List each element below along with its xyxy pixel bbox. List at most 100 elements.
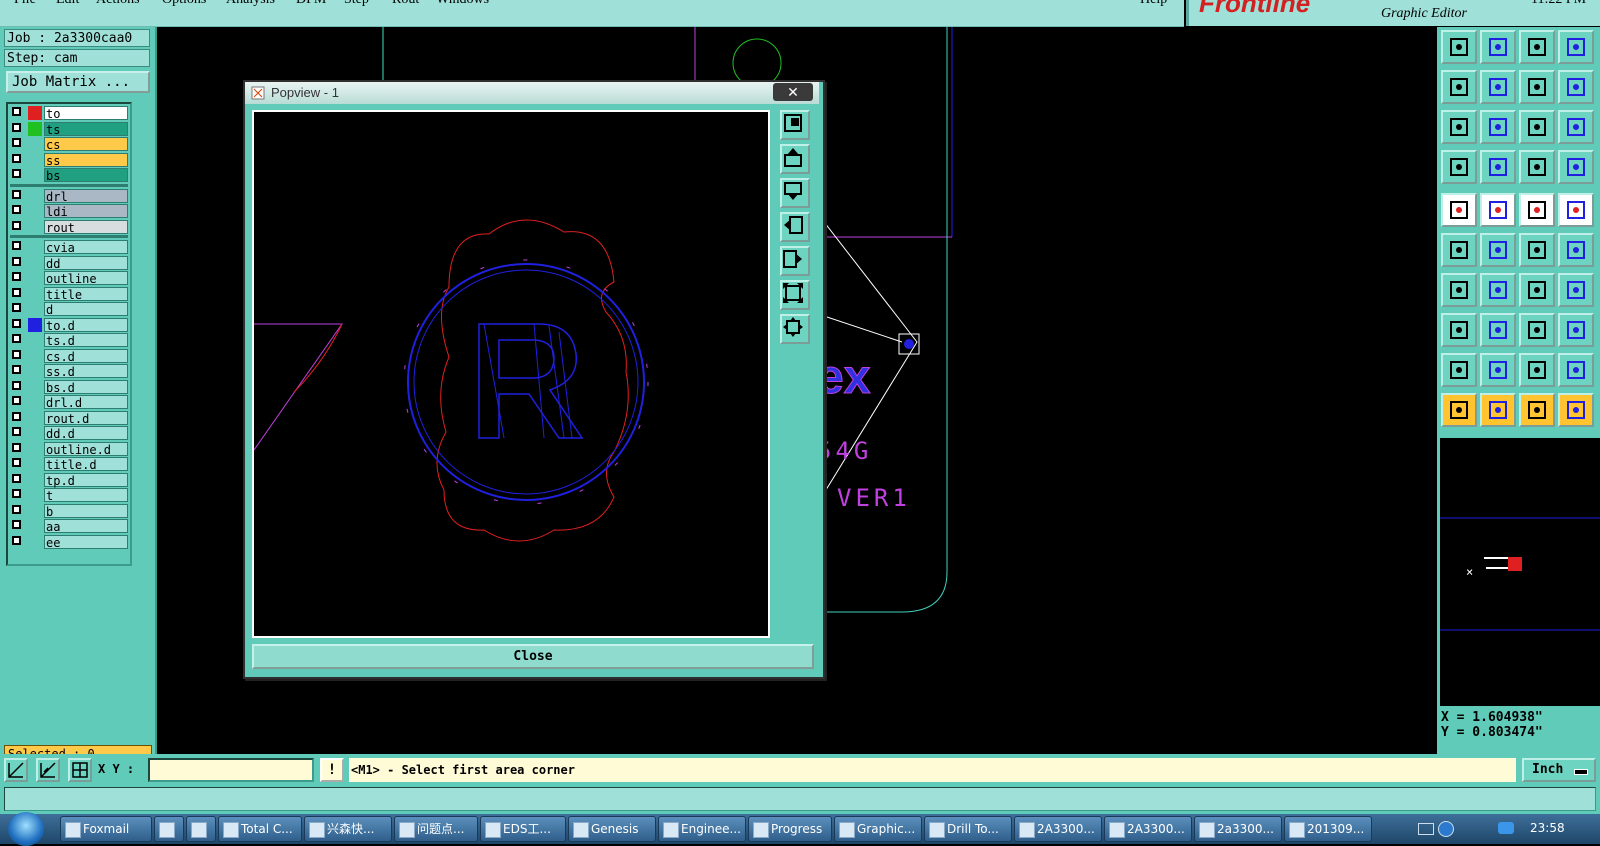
triangle-tool-button[interactable] (1480, 353, 1516, 387)
menu-help[interactable]: Help (1140, 0, 1167, 8)
snap-tool-button[interactable] (4, 758, 28, 782)
layer-name[interactable]: to.d (44, 317, 128, 333)
overview-map[interactable]: × (1439, 437, 1600, 707)
menu-rout[interactable]: Rout (392, 0, 419, 8)
graphic-config-2-tool-button[interactable] (1558, 150, 1594, 184)
layer-color-swatch[interactable] (28, 137, 42, 151)
dash-line-tool-button[interactable] (1480, 313, 1516, 347)
layer-row-dd-d[interactable]: dd.d (10, 426, 128, 441)
layer-row-ss[interactable]: ss (10, 152, 128, 168)
add-point-tool-button[interactable] (1519, 233, 1555, 267)
taskbar-clock[interactable]: 23:58 (1530, 821, 1565, 835)
popview-tool-zoom-center[interactable] (780, 314, 810, 344)
layer-name[interactable]: outline (44, 271, 128, 286)
popview-tool-pan-up[interactable] (780, 144, 810, 174)
layer-color-swatch[interactable] (28, 519, 42, 533)
layer-row-ts-d[interactable]: ts.d (10, 333, 128, 348)
layer-name[interactable]: b (44, 503, 128, 519)
layer-checkbox[interactable] (12, 535, 21, 545)
popview-tool-zoom-window[interactable] (780, 110, 810, 140)
layer-name[interactable]: cvia (44, 240, 128, 255)
layer-name[interactable]: bs.d (44, 379, 128, 395)
connect-nodes-tool-button[interactable] (1441, 233, 1477, 267)
layer-color-swatch[interactable] (28, 271, 42, 285)
fit-all-tool-button[interactable] (1441, 110, 1477, 144)
layer-checkbox[interactable] (12, 122, 21, 132)
taskbar-item[interactable]: 兴森快... (304, 816, 392, 842)
layer-checkbox[interactable] (12, 427, 21, 436)
layer-checkbox[interactable] (12, 189, 21, 199)
measure-tool-button[interactable] (36, 758, 60, 782)
job-matrix-button[interactable]: Job Matrix ... (6, 71, 150, 93)
pan-up-tool-button[interactable] (1441, 30, 1477, 64)
layer-name[interactable]: bs (44, 168, 128, 183)
layer-color-swatch[interactable] (28, 189, 42, 203)
help-tool-button[interactable] (1558, 110, 1594, 144)
cross-tool-button[interactable] (1480, 233, 1516, 267)
layer-row-bs[interactable]: bs (10, 168, 128, 183)
layer-checkbox[interactable] (12, 220, 21, 230)
pan-left-tool-button[interactable] (1441, 70, 1477, 104)
triangle-up-tool-button[interactable] (1441, 353, 1477, 387)
layer-row-drl-d[interactable]: drl.d (10, 395, 128, 410)
layer-color-swatch[interactable] (28, 256, 42, 270)
layer-row-title-d[interactable]: title.d (10, 457, 128, 472)
mirror-tool-button[interactable] (1558, 273, 1594, 307)
taskbar-item[interactable]: 201309... (1284, 816, 1372, 842)
menu-windows[interactable]: Windows (436, 0, 489, 8)
pad-tool-button[interactable] (1441, 193, 1477, 227)
layer-row-dd[interactable]: dd (10, 255, 128, 271)
layer-checkbox[interactable] (12, 442, 21, 452)
layer-name[interactable]: rout.d (44, 410, 128, 426)
angle-tool-button[interactable] (1441, 273, 1477, 307)
taskbar-item[interactable]: Genesis (568, 816, 656, 842)
layer-color-swatch[interactable] (28, 411, 42, 425)
select-link-tool-button[interactable] (1558, 393, 1594, 427)
taskbar-item[interactable]: EDS工... (480, 816, 566, 842)
layer-name[interactable]: t (44, 488, 128, 503)
layer-checkbox[interactable] (12, 489, 21, 498)
layer-color-swatch[interactable] (28, 442, 42, 456)
popview-tool-pan-right[interactable] (780, 246, 810, 276)
layer-checkbox[interactable] (12, 205, 21, 214)
layer-settings-tool-button[interactable] (1441, 150, 1477, 184)
layer-row-drl[interactable]: drl (10, 188, 128, 204)
layer-checkbox[interactable] (12, 318, 21, 328)
draw-line-tool-button[interactable] (1480, 193, 1516, 227)
redraw-tool-button[interactable] (1558, 70, 1594, 104)
layer-color-swatch[interactable] (28, 349, 42, 363)
center-tool-button[interactable] (1519, 313, 1555, 347)
layer-color-swatch[interactable] (28, 302, 42, 316)
popview-tool-fit[interactable] (780, 280, 810, 310)
taskbar-item[interactable]: Graphic... (834, 816, 922, 842)
popview-titlebar[interactable]: Popview - 1 ✕ (245, 82, 819, 104)
layer-name[interactable]: drl (44, 188, 128, 204)
fit-profile-tool-button[interactable] (1480, 110, 1516, 144)
pan-down-tool-button[interactable] (1480, 30, 1516, 64)
layer-name[interactable]: title (44, 286, 128, 302)
layer-checkbox[interactable] (12, 411, 21, 421)
layer-checkbox[interactable] (12, 365, 21, 374)
taskbar-item[interactable] (154, 816, 184, 842)
layer-row-cs[interactable]: cs (10, 137, 128, 152)
menu-dfm[interactable]: DFM (296, 0, 326, 8)
layer-row-rout-d[interactable]: rout.d (10, 410, 128, 426)
layer-name[interactable]: rout (44, 219, 128, 235)
layer-checkbox[interactable] (12, 287, 21, 297)
layer-color-swatch[interactable] (28, 168, 42, 182)
arc-tool-button[interactable] (1519, 273, 1555, 307)
layer-row-ss-d[interactable]: ss.d (10, 364, 128, 379)
layer-color-swatch[interactable] (28, 364, 42, 378)
layer-name[interactable]: dd.d (44, 426, 128, 441)
taskbar-item[interactable]: Progress (748, 816, 832, 842)
layer-name[interactable]: ss (44, 152, 128, 168)
layer-name[interactable]: ee (44, 534, 128, 550)
line-tool-button[interactable] (1480, 273, 1516, 307)
layer-row-aa[interactable]: aa (10, 519, 128, 534)
layer-color-swatch[interactable] (28, 106, 42, 120)
layer-row-ldi[interactable]: ldi (10, 204, 128, 219)
triangle-outline-tool-button[interactable] (1558, 353, 1594, 387)
layer-color-swatch[interactable] (28, 504, 42, 518)
layer-row-bs-d[interactable]: bs.d (10, 379, 128, 395)
layer-name[interactable]: d (44, 302, 128, 317)
